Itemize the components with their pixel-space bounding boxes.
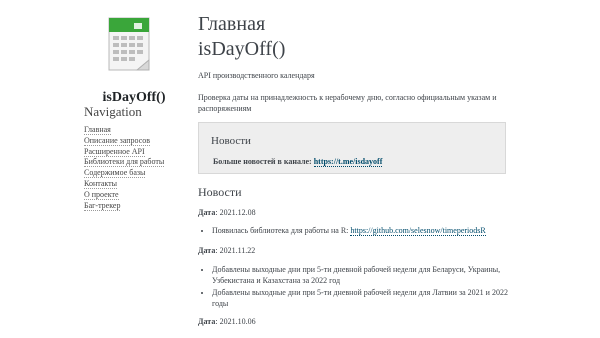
nav-item-requests: Описание запросов xyxy=(84,135,164,147)
news-list-2: Добавлены выходные дни при 5-ти дневной … xyxy=(198,265,518,311)
news-notice-box: Новости Больше новостей в канале: https:… xyxy=(198,122,506,174)
page-title-brand: isDayOff() xyxy=(198,38,286,60)
date-value: 2021.11.22 xyxy=(219,246,256,255)
page-title: Главная xyxy=(198,13,266,35)
date-label: Дата xyxy=(198,246,216,255)
nav-link-database[interactable]: Содержимое базы xyxy=(84,168,146,179)
navigation-title: Navigation xyxy=(84,104,142,119)
page-subtitle: API производственного календаря xyxy=(198,71,315,80)
telegram-channel-link[interactable]: https://t.me/isdayoff xyxy=(313,157,383,167)
nav-link-contacts[interactable]: Контакты xyxy=(84,178,118,189)
list-item-text: Появилась библиотека для работы на R: xyxy=(212,226,351,235)
news-date-2: Дата: 2021.11.22 xyxy=(198,246,256,255)
nav-link-about[interactable]: О проекте xyxy=(84,189,119,200)
date-value: 2021.10.06 xyxy=(219,317,256,326)
nav-item-database: Содержимое базы xyxy=(84,168,164,179)
page-description: Проверка даты на принадлежность к нерабо… xyxy=(198,93,497,113)
nav-item-libraries: Библиотеки для работы xyxy=(84,157,165,168)
news-list-1: Появилась библиотека для работы на R: ht… xyxy=(198,226,518,239)
date-label: Дата xyxy=(198,208,216,217)
timeperiodsr-link[interactable]: https://github.com/selesnow/timeperiodsR xyxy=(350,226,486,236)
nav-link-home[interactable]: Главная xyxy=(84,125,111,135)
nav-link-requests[interactable]: Описание запросов xyxy=(84,135,151,146)
news-date-1: Дата: 2021.12.08 xyxy=(198,208,256,217)
list-item: Появилась библиотека для работы на R: ht… xyxy=(212,226,518,237)
list-item: Добавлены выходные дни при 5-ти дневной … xyxy=(212,288,518,309)
news-notice-prefix: Больше новостей в канале: xyxy=(213,157,314,166)
news-notice-text: Больше новостей в канале: https://t.me/i… xyxy=(213,157,383,167)
list-item: Добавлены выходные дни при 5-ти дневной … xyxy=(212,265,518,286)
nav-item-extended-api: Расширенное API xyxy=(84,146,164,158)
news-notice-title: Новости xyxy=(211,135,251,147)
date-value: 2021.12.08 xyxy=(219,208,256,217)
calendar-logo-icon[interactable] xyxy=(106,14,154,78)
nav-link-bugtracker[interactable]: Баг-трекер xyxy=(84,200,121,211)
news-heading: Новости xyxy=(198,185,242,199)
main-content: Главная isDayOff() API производственного… xyxy=(198,12,518,326)
nav-link-libraries[interactable]: Библиотеки для работы xyxy=(84,157,165,168)
nav-item-home: Главная xyxy=(84,125,164,136)
news-date-3: Дата: 2021.10.06 xyxy=(198,317,256,326)
nav-item-bugtracker: Баг-трекер xyxy=(84,200,164,212)
nav-link-extended-api[interactable]: Расширенное API xyxy=(84,146,145,157)
nav-list: Главная Описание запросов Расширенное AP… xyxy=(84,125,165,212)
nav-item-contacts: Контакты xyxy=(84,178,164,190)
nav-item-about: О проекте xyxy=(84,189,164,201)
date-label: Дата xyxy=(198,317,216,326)
